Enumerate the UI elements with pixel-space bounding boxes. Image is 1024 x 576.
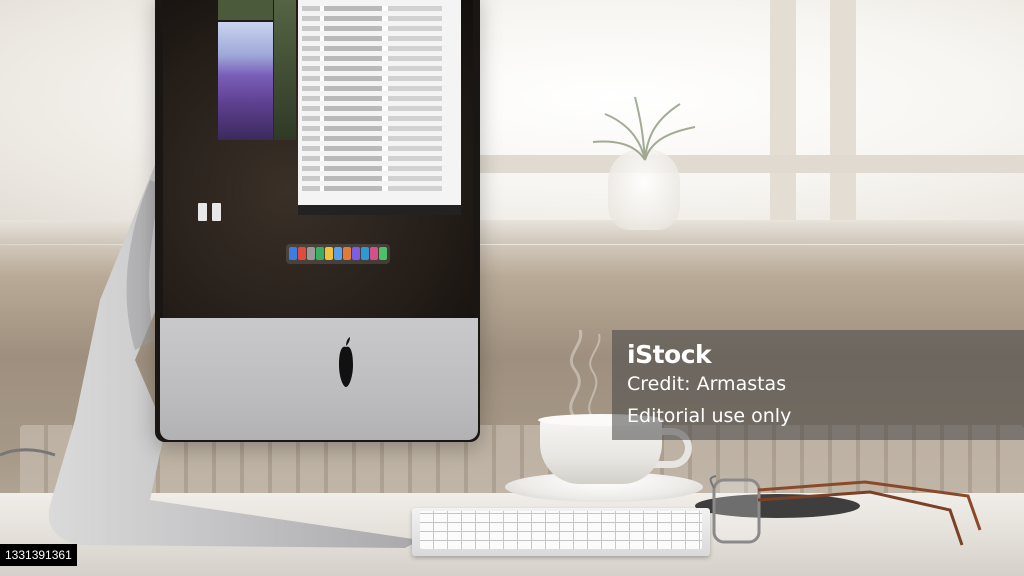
- list-item: [302, 176, 442, 181]
- list-item: [302, 96, 442, 101]
- list-item: [302, 56, 442, 61]
- list-item: [302, 76, 442, 81]
- app-icon: [370, 247, 378, 260]
- image-id-label: 1331391361: [0, 544, 77, 566]
- watermark-credit: Credit: Armastas: [627, 373, 787, 395]
- window-frame: [470, 155, 1024, 173]
- keyboard-keys: [420, 511, 702, 549]
- window-frame: [770, 0, 796, 230]
- list-item: [302, 166, 442, 171]
- list-item: [302, 136, 442, 141]
- list-item: [302, 146, 442, 151]
- window-footer: [298, 205, 461, 215]
- steam: [569, 330, 601, 419]
- app-icon: [334, 247, 342, 260]
- list-item: [302, 116, 442, 121]
- imac-chin: [160, 318, 478, 440]
- app-icon: [298, 247, 306, 260]
- list-item: [302, 26, 442, 31]
- list-item: [302, 106, 442, 111]
- plant: [592, 96, 696, 161]
- app-icon: [316, 247, 324, 260]
- lavender-photo-thumbnail: [218, 22, 273, 140]
- file-icon: [198, 203, 207, 221]
- window-frame: [830, 0, 856, 230]
- list-item: [302, 46, 442, 51]
- apple-logo-icon: [339, 337, 353, 387]
- app-icon: [325, 247, 333, 260]
- file-icon: [212, 203, 221, 221]
- list-item: [302, 36, 442, 41]
- list-item: [302, 126, 442, 131]
- app-icon: [361, 247, 369, 260]
- app-icon: [289, 247, 297, 260]
- watermark-usage: Editorial use only: [627, 405, 792, 427]
- vase: [608, 150, 680, 230]
- photo-thumbnail: [274, 0, 296, 140]
- list-item: [302, 86, 442, 91]
- list-item: [302, 16, 442, 21]
- app-icon: [379, 247, 387, 260]
- list-item: [302, 186, 442, 191]
- list-item: [302, 156, 442, 161]
- watermark-logo: iStock: [627, 340, 712, 369]
- photo-thumbnail: [218, 0, 273, 20]
- eyeglasses: [709, 475, 982, 546]
- list-item: [302, 66, 442, 71]
- app-icon: [352, 247, 360, 260]
- app-icon: [343, 247, 351, 260]
- list-item: [302, 6, 442, 11]
- photo-scene: iStock Credit: Armastas Editorial use on…: [0, 0, 1024, 576]
- app-icon: [307, 247, 315, 260]
